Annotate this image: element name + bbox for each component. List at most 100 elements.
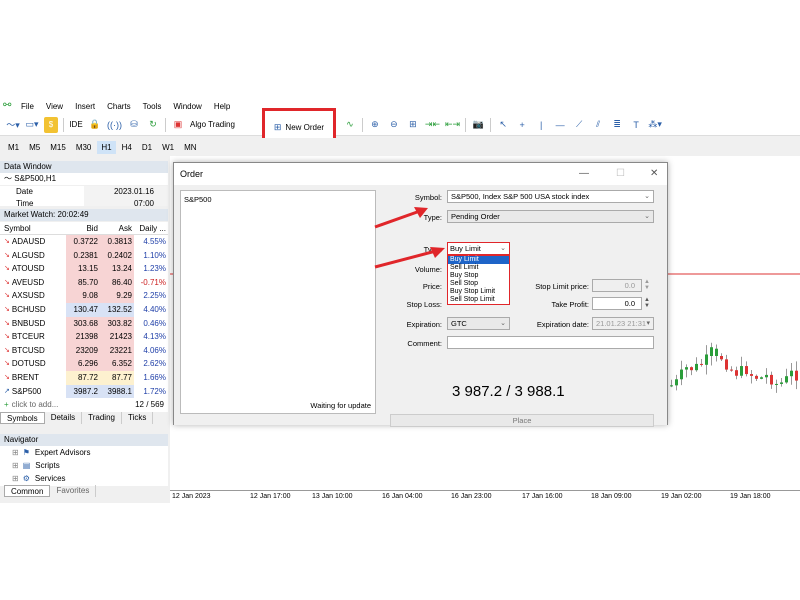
tf-m1[interactable]: M1: [8, 143, 19, 152]
trend-arrow-icon: ↘: [4, 305, 10, 313]
algo-trading-button[interactable]: Algo Trading: [190, 117, 235, 133]
tf-mn[interactable]: MN: [184, 143, 196, 152]
trendline-icon[interactable]: ⟋: [572, 117, 586, 133]
tab-ticks[interactable]: Ticks: [122, 411, 154, 424]
tab-details[interactable]: Details: [45, 411, 83, 424]
daily-cell: 1.66%: [134, 370, 168, 385]
minimize-icon[interactable]: —: [579, 163, 589, 185]
zoom-out-icon[interactable]: ⊖: [387, 117, 401, 133]
screenshot-icon[interactable]: 📷: [471, 117, 485, 133]
tf-h1[interactable]: H1: [97, 140, 116, 154]
tf-m15[interactable]: M15: [50, 143, 66, 152]
nav-services[interactable]: ⊞ ⚙ Services: [0, 472, 168, 485]
header-bid[interactable]: Bid: [66, 222, 100, 234]
menu-window[interactable]: Window: [173, 102, 201, 111]
market-watch-row[interactable]: ↘ BNBUSD 303.68 303.82 0.46%: [0, 316, 168, 331]
market-watch-add-row[interactable]: + click to add... 12 / 569: [0, 398, 168, 412]
header-symbol[interactable]: Symbol: [0, 222, 66, 234]
market-watch-row[interactable]: ↘ BRENT 87.72 87.77 1.66%: [0, 370, 168, 385]
menu-help[interactable]: Help: [214, 102, 230, 111]
tab-symbols[interactable]: Symbols: [0, 411, 45, 424]
add-symbol-link[interactable]: click to add...: [12, 398, 59, 412]
nav-expert-advisors[interactable]: ⊞ ⚑ Expert Advisors: [0, 446, 168, 459]
market-watch-row[interactable]: ↘ BCHUSD 130.47 132.52 4.40%: [0, 302, 168, 317]
lock-icon[interactable]: 🔒: [88, 117, 102, 133]
market-watch-row[interactable]: ↘ BTCUSD 23209 23221 4.06%: [0, 343, 168, 358]
stop-limit-spinner[interactable]: ▲ ▼: [644, 279, 650, 291]
option-sell-stop-limit[interactable]: Sell Stop Limit: [448, 296, 509, 304]
tab-favorites[interactable]: Favorites: [50, 485, 97, 497]
broadcast-icon[interactable]: ((·)): [107, 117, 122, 133]
order-type-select[interactable]: Pending Order ⌄: [447, 210, 654, 223]
tf-h4[interactable]: H4: [122, 143, 132, 152]
zoom-in-icon[interactable]: ⊕: [368, 117, 382, 133]
menu-file[interactable]: File: [21, 102, 34, 111]
tab-trading[interactable]: Trading: [82, 411, 122, 424]
chart-type-icon[interactable]: 〜▾: [6, 117, 20, 133]
tf-w1[interactable]: W1: [162, 143, 174, 152]
shift-icon[interactable]: ⇤⇥: [445, 117, 460, 133]
menu-insert[interactable]: Insert: [75, 102, 95, 111]
algo-trading-icon[interactable]: ▣: [171, 117, 185, 133]
grid-icon[interactable]: ⊞: [406, 117, 420, 133]
comment-input[interactable]: [447, 336, 654, 349]
place-button[interactable]: Place: [390, 414, 654, 427]
crosshair-icon[interactable]: +: [515, 117, 529, 133]
line-chart-icon[interactable]: ∿: [343, 117, 357, 133]
daily-cell: 1.10%: [134, 248, 168, 263]
header-ask[interactable]: Ask: [100, 222, 134, 234]
ide-button[interactable]: IDE: [69, 117, 83, 133]
expiration-date-input[interactable]: 21.01.23 21:31 ▾: [592, 317, 654, 330]
expand-icon[interactable]: ⊞: [12, 446, 19, 459]
pending-type-select[interactable]: Buy Limit ⌄: [447, 242, 510, 255]
tab-common[interactable]: Common: [4, 485, 51, 497]
tf-d1[interactable]: D1: [142, 143, 152, 152]
vertical-line-icon[interactable]: |: [534, 117, 548, 133]
menu-tools[interactable]: Tools: [143, 102, 162, 111]
ask-cell: 87.77: [100, 370, 134, 385]
tf-m5[interactable]: M5: [29, 143, 40, 152]
option-buy-stop[interactable]: Buy Stop: [448, 272, 509, 280]
header-daily[interactable]: Daily ...: [134, 222, 168, 234]
take-profit-spinner[interactable]: ▲ ▼: [644, 297, 650, 309]
nav-scripts[interactable]: ⊞ ▤ Scripts: [0, 459, 168, 472]
market-watch-row[interactable]: ↘ ATOUSD 13.15 13.24 1.23%: [0, 262, 168, 276]
template-icon[interactable]: ▭▾: [25, 117, 39, 133]
refresh-icon[interactable]: ↻: [146, 117, 160, 133]
expand-icon[interactable]: ⊞: [12, 459, 19, 472]
signals-icon[interactable]: $: [44, 116, 58, 133]
market-watch-row[interactable]: ↘ ALGUSD 0.2381 0.2402 1.10%: [0, 248, 168, 263]
option-buy-stop-limit[interactable]: Buy Stop Limit: [448, 288, 509, 296]
market-watch-row[interactable]: ↘ DOTUSD 6.296 6.352 2.62%: [0, 357, 168, 371]
market-watch-row[interactable]: ↘ AVEUSD 85.70 86.40 -0.71%: [0, 275, 168, 290]
close-icon[interactable]: ✕: [650, 163, 658, 185]
market-watch-row[interactable]: ↘ BTCEUR 21398 21423 4.13%: [0, 330, 168, 344]
tf-m30[interactable]: M30: [76, 143, 92, 152]
market-watch-row[interactable]: ↘ AXSUSD 9.08 9.29 2.25%: [0, 289, 168, 303]
market-watch-row[interactable]: ↗ S&P500 3987.2 3988.1 1.72%: [0, 384, 168, 399]
option-buy-limit[interactable]: Buy Limit: [448, 256, 509, 264]
stop-limit-input[interactable]: 0.0: [592, 279, 642, 292]
option-sell-stop[interactable]: Sell Stop: [448, 280, 509, 288]
main-toolbar: 〜▾ ▭▾ $ IDE 🔒 ((·)) ⛁ ↻ ▣ Algo Trading ⫶…: [0, 114, 800, 136]
cursor-icon[interactable]: ↖: [496, 117, 510, 133]
expand-icon[interactable]: ⊞: [12, 472, 19, 485]
trend-arrow-icon: ↘: [4, 319, 10, 327]
maximize-icon[interactable]: ☐: [616, 163, 625, 185]
trend-arrow-icon: ↘: [4, 265, 10, 273]
horizontal-line-icon[interactable]: —: [553, 117, 567, 133]
expiration-select[interactable]: GTC ⌄: [447, 317, 510, 330]
take-profit-input[interactable]: 0.0: [592, 297, 642, 310]
fibonacci-icon[interactable]: ≣: [610, 117, 624, 133]
symbol-select[interactable]: S&P500, Index S&P 500 USA stock index ⌄: [447, 190, 654, 203]
channel-icon[interactable]: ⫽: [591, 117, 605, 133]
bid-cell: 0.3722: [66, 235, 100, 249]
market-watch-row[interactable]: ↘ ADAUSD 0.3722 0.3813 4.55%: [0, 235, 168, 249]
scroll-icon[interactable]: ⇥⇤: [425, 117, 440, 133]
database-icon[interactable]: ⛁: [127, 117, 141, 133]
option-sell-limit[interactable]: Sell Limit: [448, 264, 509, 272]
shapes-icon[interactable]: ⁂▾: [648, 117, 662, 133]
menu-view[interactable]: View: [46, 102, 63, 111]
text-icon[interactable]: T: [629, 117, 643, 133]
menu-charts[interactable]: Charts: [107, 102, 131, 111]
